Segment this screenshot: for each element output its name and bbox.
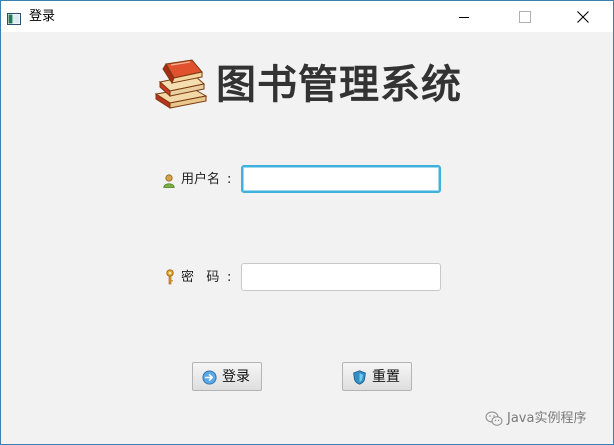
reset-button[interactable]: 重置 bbox=[342, 362, 412, 391]
close-button[interactable] bbox=[560, 1, 606, 32]
reset-button-label: 重置 bbox=[372, 369, 400, 385]
books-icon bbox=[152, 58, 208, 110]
password-label: 密 码 bbox=[181, 270, 220, 285]
minimize-icon bbox=[459, 17, 469, 18]
login-button[interactable]: 登录 bbox=[192, 362, 262, 391]
maximize-icon bbox=[519, 11, 531, 23]
key-icon bbox=[165, 269, 175, 289]
reset-shield-icon bbox=[352, 370, 367, 389]
username-colon: : bbox=[227, 172, 232, 187]
login-arrow-icon bbox=[202, 370, 217, 389]
password-input[interactable] bbox=[241, 263, 441, 291]
login-button-label: 登录 bbox=[222, 369, 250, 385]
username-input[interactable] bbox=[241, 165, 441, 193]
username-label: 用户名 bbox=[181, 172, 221, 187]
wechat-icon bbox=[485, 411, 503, 431]
app-window-icon bbox=[7, 10, 21, 25]
system-title: 图书管理系统 bbox=[216, 62, 462, 108]
close-icon bbox=[577, 11, 589, 23]
maximize-button[interactable] bbox=[502, 1, 548, 32]
login-window: 登录 图书管理系统 用户名: 密 码: 登录 重置 Java实例程序 bbox=[0, 0, 614, 445]
minimize-button[interactable] bbox=[441, 1, 487, 32]
password-colon: : bbox=[227, 270, 232, 285]
window-title: 登录 bbox=[29, 9, 56, 24]
watermark-text: Java实例程序 bbox=[507, 411, 587, 426]
title-bar[interactable]: 登录 bbox=[1, 1, 613, 32]
user-icon bbox=[163, 173, 175, 192]
